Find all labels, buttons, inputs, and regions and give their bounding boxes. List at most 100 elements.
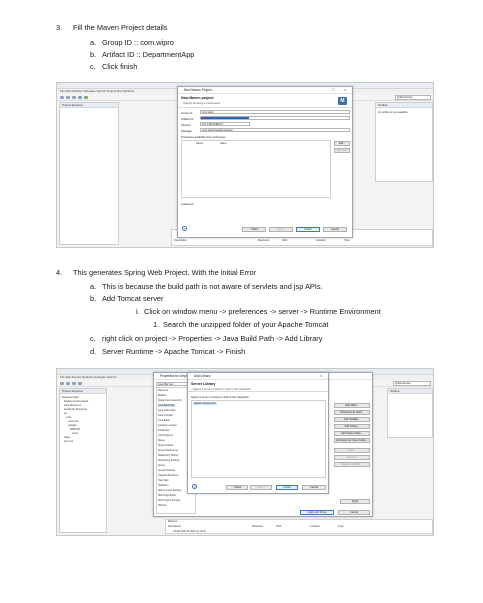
category-item[interactable]: XDoclet: [158, 504, 166, 507]
category-item[interactable]: Java Code Style: [158, 409, 175, 412]
category-item[interactable]: Maven: [158, 439, 165, 442]
category-item[interactable]: Deployment Assembly: [158, 399, 182, 402]
category-item[interactable]: JavaScript: [158, 429, 169, 432]
outline-title: Outline: [376, 103, 432, 108]
quick-access-field[interactable]: Quick Access: [395, 95, 431, 100]
group-id-label: Group Id:: [181, 111, 193, 115]
category-item[interactable]: Refactoring History: [158, 454, 178, 457]
tree-item[interactable]: Deployment Descriptor: [64, 400, 88, 403]
category-item[interactable]: Server: [158, 464, 165, 467]
category-item[interactable]: Java Editor: [158, 419, 170, 422]
run-icon[interactable]: [78, 96, 82, 99]
add-variable-button[interactable]: Add Variable...: [334, 417, 370, 422]
apply-and-close-button[interactable]: Apply and Close: [300, 510, 334, 515]
package-field[interactable]: com.wipro.DepartmentApp: [200, 128, 350, 132]
category-item[interactable]: Web Page Editor: [158, 494, 176, 497]
category-item-selected[interactable]: Java Build Path: [158, 404, 175, 407]
add-external-class-folder-button[interactable]: Add External Class Folder...: [334, 438, 370, 443]
category-item[interactable]: Validation: [158, 484, 168, 487]
screenshot-maven-project: File Edit Refactor Navigate Search Proje…: [56, 82, 434, 248]
tree-item[interactable]: main: [66, 416, 71, 419]
tree-item[interactable]: JavaScript Resources: [64, 408, 87, 411]
markers-tab[interactable]: Markers: [168, 520, 177, 523]
run-icon[interactable]: [78, 382, 82, 385]
category-item[interactable]: Builders: [158, 394, 167, 397]
category-item[interactable]: Task Tags: [158, 479, 169, 482]
step4-item-c-mark: c.: [90, 334, 96, 343]
save-icon[interactable]: [66, 382, 70, 385]
tree-item[interactable]: Java Resources: [64, 404, 81, 407]
category-item[interactable]: Web Project Settings: [158, 499, 180, 502]
cancel-button[interactable]: Cancel: [302, 485, 326, 490]
finish-button[interactable]: Finish: [296, 227, 320, 232]
runtime-item-tomcat[interactable]: Apache Tomcat v8.5: [193, 402, 217, 405]
add-library-button[interactable]: Add Library...: [334, 424, 370, 429]
tree-item[interactable]: src: [64, 412, 67, 415]
new-icon[interactable]: [60, 382, 64, 385]
tree-item[interactable]: WEB-INF: [70, 428, 80, 431]
debug-icon[interactable]: [72, 96, 76, 99]
maximize-icon[interactable]: □: [332, 88, 334, 92]
add-external-jars-button[interactable]: Add External JARs...: [334, 410, 370, 415]
add-class-folder-button[interactable]: Add Class Folder...: [334, 431, 370, 436]
group-id-field[interactable]: com.wipro: [200, 110, 350, 114]
tree-item[interactable]: resources: [68, 420, 79, 423]
outline-pane: Outline: [387, 388, 433, 438]
tree-item[interactable]: views: [72, 432, 78, 435]
back-button[interactable]: < Back: [226, 485, 248, 490]
step3-item-b-mark: b.: [90, 50, 97, 59]
step4-item-a: a. This is because the build path is not …: [90, 282, 323, 291]
next-button[interactable]: Next >: [250, 485, 272, 490]
finish-button[interactable]: Finish: [276, 485, 298, 490]
next-button[interactable]: Next >: [269, 227, 293, 232]
properties-table[interactable]: Name Value: [181, 140, 331, 198]
step4-item-b-mark: b.: [90, 294, 97, 303]
category-item[interactable]: Targeted Runtimes: [158, 474, 178, 477]
back-button[interactable]: < Back: [242, 227, 266, 232]
tree-item[interactable]: target: [64, 436, 70, 439]
category-item[interactable]: Resource: [158, 389, 168, 392]
remove-button[interactable]: Remove: [334, 455, 370, 460]
package-label: Package:: [181, 129, 193, 133]
category-item[interactable]: Run/Debug Settings: [158, 459, 179, 462]
category-item[interactable]: Javadoc Location: [158, 424, 177, 427]
category-item[interactable]: Java Compiler: [158, 414, 173, 417]
help-icon[interactable]: ?: [182, 226, 187, 231]
add-property-button[interactable]: Add...: [334, 141, 350, 146]
edit-button[interactable]: Edit...: [334, 448, 370, 453]
category-item[interactable]: JSP Fragment: [158, 434, 173, 437]
error-row[interactable]: ● Build Path Problem (1 item): [172, 530, 206, 533]
category-item[interactable]: Web Content Settings: [158, 489, 181, 492]
col-name: Name: [196, 142, 203, 145]
add-jars-button[interactable]: Add JARs...: [334, 403, 370, 408]
tree-item[interactable]: pom.xml: [64, 440, 73, 443]
advanced-toggle[interactable]: Advanced: [181, 202, 193, 206]
new-icon[interactable]: [60, 96, 64, 99]
category-item[interactable]: Service Policies: [158, 469, 175, 472]
cancel-button[interactable]: Cancel: [323, 227, 347, 232]
document-page: 3. Fill the Maven Project details a. Group…: [0, 0, 483, 603]
category-item[interactable]: Project Facets: [158, 444, 173, 447]
artifact-id-field[interactable]: [200, 116, 350, 120]
properties-cancel-button[interactable]: Cancel: [338, 510, 370, 515]
tree-item[interactable]: DepartmentApp: [62, 396, 79, 399]
step3-item-c-mark: c.: [90, 62, 96, 71]
col-resource: Resource: [252, 525, 264, 528]
apply-button[interactable]: Apply: [340, 499, 370, 504]
save-icon[interactable]: [66, 96, 70, 99]
debug-icon[interactable]: [72, 382, 76, 385]
help-icon[interactable]: ?: [192, 484, 197, 489]
migrate-jar-button[interactable]: Migrate JAR File...: [334, 462, 370, 467]
version-select[interactable]: 0.0.1-SNAPSHOT: [200, 122, 250, 126]
quick-access-field[interactable]: Quick Access: [393, 381, 431, 386]
step3-item-b-text: Artifact ID :: DepartmentApp: [102, 50, 195, 59]
remove-property-button[interactable]: Remove: [334, 148, 350, 153]
category-item[interactable]: Project References: [158, 449, 178, 452]
tree-item[interactable]: webapp: [68, 424, 76, 427]
col-location: Location: [310, 525, 320, 528]
close-icon[interactable]: ×: [320, 374, 322, 378]
server-icon[interactable]: [84, 96, 88, 99]
maven-logo-icon: M: [338, 97, 347, 105]
close-icon[interactable]: ×: [344, 88, 346, 92]
step4-item-b: b. Add Tomcat server: [90, 294, 163, 303]
